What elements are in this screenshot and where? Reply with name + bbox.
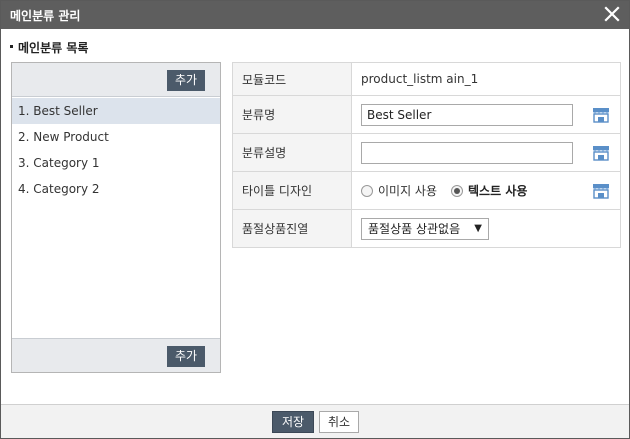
- add-category-button-bottom[interactable]: 추가: [167, 346, 205, 367]
- radio-text-label: 텍스트 사용: [468, 184, 528, 198]
- store-icon[interactable]: [592, 107, 610, 123]
- title-design-radio-group: 이미지 사용 텍스트 사용: [361, 182, 620, 199]
- soldout-selected-value: 품절상품 상관없음: [368, 222, 461, 236]
- close-icon[interactable]: [603, 5, 621, 23]
- radio-image-circle[interactable]: [361, 184, 373, 197]
- category-name-label: 분류명: [232, 95, 352, 134]
- list-item-new-product[interactable]: 2. New Product: [12, 124, 220, 150]
- cancel-button[interactable]: 취소: [319, 411, 359, 433]
- store-icon[interactable]: [592, 145, 610, 161]
- row-title-design: 타이틀 디자인 이미지 사용 텍스트 사용: [232, 171, 621, 210]
- category-name-input[interactable]: [361, 103, 573, 126]
- list-toolbar-top: 추가: [12, 63, 220, 97]
- list-toolbar-bottom: 추가: [12, 338, 220, 372]
- module-code-value: product_listm ain_1: [351, 62, 621, 96]
- category-desc-label: 분류설명: [232, 133, 352, 172]
- soldout-select[interactable]: 품절상품 상관없음 ▼: [361, 217, 489, 240]
- category-form: 모듈코드 product_listm ain_1 분류명 분류설명: [232, 62, 621, 248]
- dropdown-arrow-icon: ▼: [474, 223, 482, 234]
- category-list: 1. Best Seller 2. New Product 3. Categor…: [12, 98, 220, 202]
- title-design-label: 타이틀 디자인: [232, 171, 352, 210]
- category-dialog: 메인분류 관리 메인분류 목록 추가 1. Best Seller 2. New…: [0, 0, 630, 439]
- bullet-icon: [10, 45, 13, 48]
- section-title: 메인분류 목록: [10, 39, 88, 56]
- title-bar: 메인분류 관리: [1, 1, 629, 29]
- add-category-button-top[interactable]: 추가: [167, 70, 205, 91]
- module-code-label: 모듈코드: [232, 62, 352, 96]
- dialog-title: 메인분류 관리: [10, 9, 81, 23]
- list-item-best-seller[interactable]: 1. Best Seller: [12, 98, 220, 124]
- row-soldout: 품절상품진열 품절상품 상관없음 ▼: [232, 209, 621, 248]
- radio-text-circle[interactable]: [451, 184, 464, 197]
- list-item-category-1[interactable]: 3. Category 1: [12, 150, 220, 176]
- radio-image-label: 이미지 사용: [378, 184, 438, 198]
- category-desc-input[interactable]: [361, 141, 573, 164]
- list-item-category-2[interactable]: 4. Category 2: [12, 176, 220, 202]
- soldout-label: 품절상품진열: [232, 209, 352, 248]
- category-list-panel: 추가 1. Best Seller 2. New Product 3. Cate…: [11, 62, 221, 373]
- row-module-code: 모듈코드 product_listm ain_1: [232, 62, 621, 96]
- dialog-footer: 저장 취소: [1, 404, 629, 438]
- row-category-desc: 분류설명: [232, 133, 621, 172]
- radio-text[interactable]: 텍스트 사용: [451, 182, 527, 199]
- section-title-text: 메인분류 목록: [18, 41, 89, 55]
- row-category-name: 분류명: [232, 95, 621, 134]
- store-icon[interactable]: [592, 183, 610, 199]
- radio-image[interactable]: 이미지 사용: [361, 182, 437, 199]
- save-button[interactable]: 저장: [272, 411, 314, 433]
